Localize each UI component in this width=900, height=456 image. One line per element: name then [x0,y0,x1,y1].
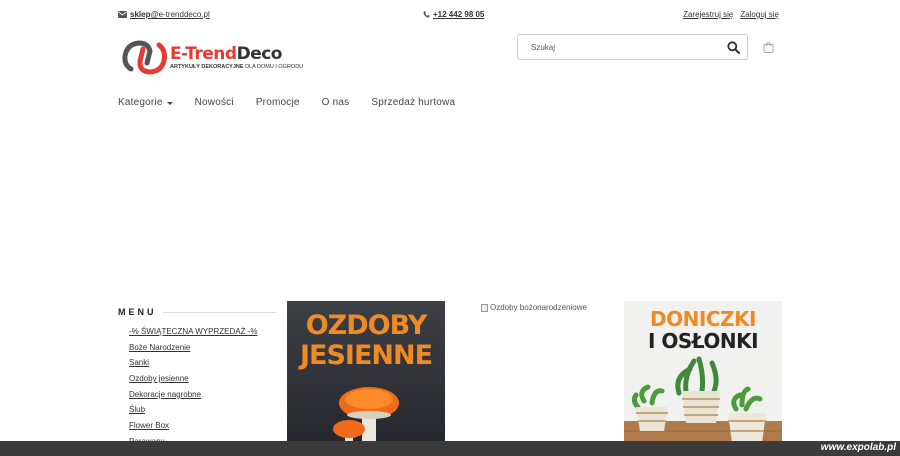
logo-mark-icon [122,40,167,75]
cart-icon[interactable] [763,41,774,53]
banner-pots-line1: DONICZKI [650,307,756,331]
christmas-banner-alt: Ozdoby bożonarodzeniowe [490,303,587,312]
email-link[interactable]: sklep @e-trenddeco.pl [118,10,210,19]
sidebar-item[interactable]: Ozdoby jesienne [129,373,257,389]
sidebar-item-label: Ślub [129,405,146,415]
banner-autumn-line2: JESIENNE [299,340,433,371]
divider [162,311,276,313]
search-icon[interactable] [727,41,740,54]
search-box [517,34,748,60]
nav-new-label: Nowości [194,97,234,108]
logo-word-accent: E-Trend [170,44,237,64]
nav-new[interactable]: Nowości [195,97,234,108]
register-link[interactable]: Zarejestruj się [683,10,733,19]
banner-pots-line2: I OSŁONKI [647,329,759,353]
nav-wholesale[interactable]: Sprzedaż hurtowa [371,97,455,108]
main-nav: Kategorie Nowości Promocje O nas Sprzeda… [118,97,477,108]
envelope-icon [118,11,127,18]
sidebar-menu-heading: MENU [118,307,276,317]
sidebar-item[interactable]: Ślub [129,404,257,420]
sidebar-item[interactable]: -% ŚWIĄTECZNA WYPRZEDAŻ -% [129,326,257,342]
logo-tagline-bold: ARTYKUŁY DEKORACYJNE [170,64,244,70]
login-link[interactable]: Zaloguj się [740,10,779,19]
nav-about[interactable]: O nas [322,97,350,108]
email-user: sklep [130,10,151,19]
autumn-decorations-banner[interactable]: OZDOBY JESIENNE [287,301,445,456]
broken-image-icon [481,303,488,312]
phone-link[interactable]: +12 442 98 05 [423,10,484,19]
sidebar-item-label: Dekoracje nagrobne [129,389,202,399]
sidebar-item-label: -% ŚWIĄTECZNA WYPRZEDAŻ -% [129,327,258,336]
nav-promotions[interactable]: Promocje [256,97,300,108]
pots-banner[interactable]: DONICZKI I OSŁONKI [624,301,782,456]
sidebar-menu: -% ŚWIĄTECZNA WYPRZEDAŻ -% Boże Narodzen… [129,326,257,452]
site-logo[interactable]: E-TrendDeco ARTYKUŁY DEKORACYJNE DLA DOM… [122,37,312,77]
banner-autumn-line1: OZDOBY [305,310,428,341]
nav-promotions-label: Promocje [255,97,300,108]
top-bar: sklep @e-trenddeco.pl +12 442 98 05 Zarej… [0,0,900,28]
sidebar-item[interactable]: Flower Box [129,420,257,436]
sidebar-item-label: Ozdoby jesienne [129,374,189,384]
logo-tagline: ARTYKUŁY DEKORACYJNE DLA DOMU I OGRODU [170,64,303,70]
sidebar-item[interactable]: Sanki [129,357,257,373]
sidebar-item[interactable]: Boże Narodzenie [129,342,257,358]
christmas-banner-image[interactable]: Ozdoby bożonarodzeniowe [481,303,587,312]
logo-word-rest: Deco [236,44,283,64]
sidebar-item[interactable]: Dekoracje nagrobne [129,389,257,405]
phone-icon [423,11,430,18]
watermark-text: www.expolab.pl [820,442,896,453]
nav-wholesale-label: Sprzedaż hurtowa [371,97,456,108]
nav-categories-label: Kategorie [118,97,163,108]
email-domain: @e-trenddeco.pl [150,10,210,19]
nav-about-label: O nas [321,97,350,108]
nav-categories[interactable]: Kategorie [118,97,173,108]
sidebar-item-label: Boże Narodzenie [129,342,191,352]
sidebar-menu-title: MENU [118,307,157,317]
logo-tagline-rest: DLA DOMU I OGRODU [243,64,304,70]
caret-down-icon [166,101,173,105]
logo-wordmark: E-TrendDeco [170,44,283,64]
search-input[interactable] [518,35,718,59]
account-links: Zarejestruj się Zaloguj się [683,10,779,19]
sidebar-item-label: Sanki [129,358,150,368]
phone-number: +12 442 98 05 [433,10,485,19]
sidebar-item-label: Flower Box [129,421,170,431]
watermark-bar: www.expolab.pl [0,441,900,456]
